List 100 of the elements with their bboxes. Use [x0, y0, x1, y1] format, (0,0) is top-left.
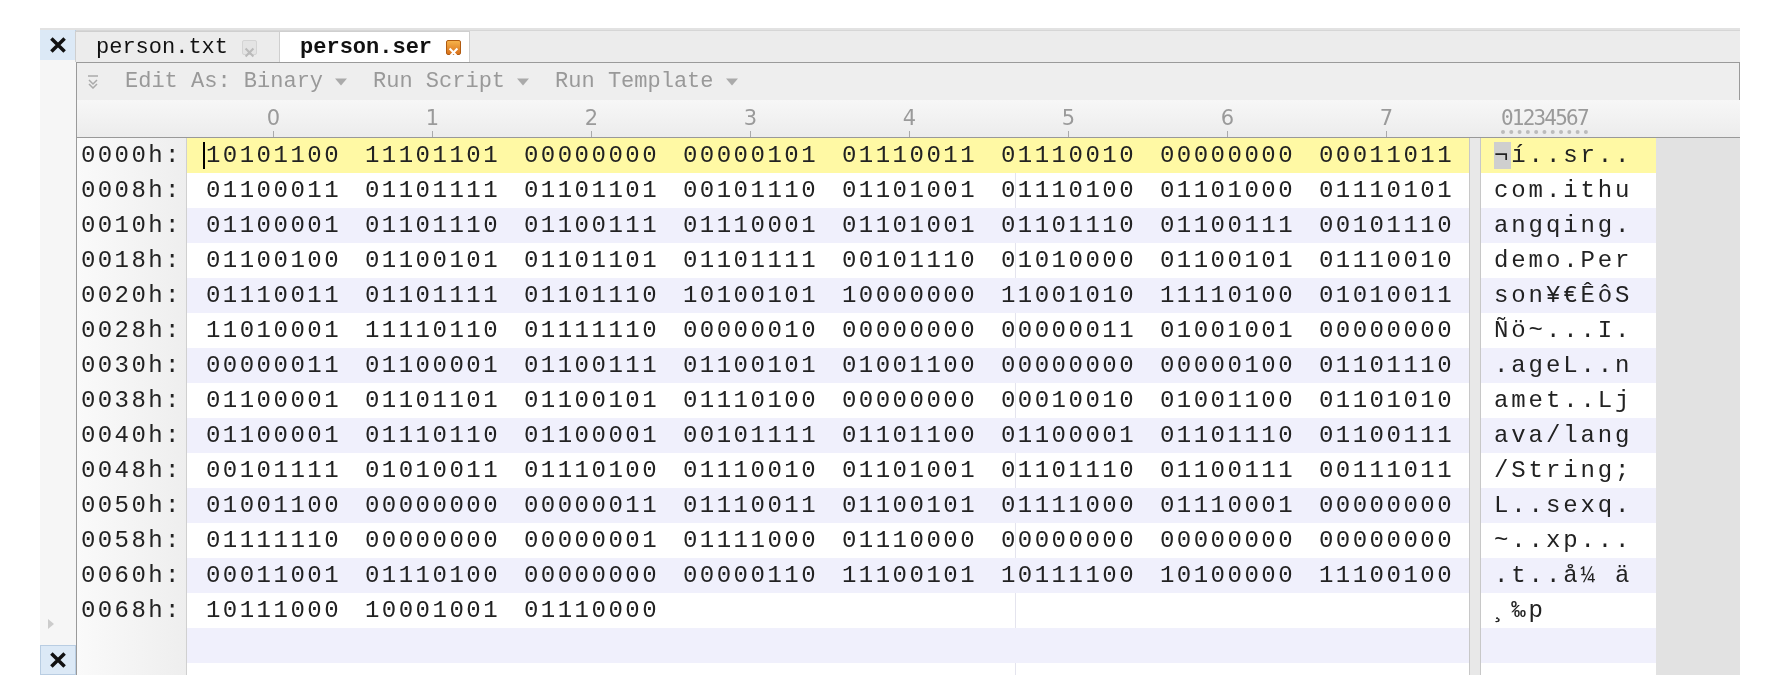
byte-value[interactable]: 10111100	[1000, 562, 1137, 589]
byte-value[interactable]: 01111110	[205, 527, 342, 554]
byte-value[interactable]: 00011001	[205, 562, 342, 589]
byte-value[interactable]: 11001010	[1000, 282, 1137, 309]
byte-value[interactable]: 00010010	[1000, 387, 1137, 414]
byte-value[interactable]: 01110011	[205, 282, 342, 309]
byte-value[interactable]: 01110100	[682, 387, 819, 414]
byte-value[interactable]: 01101001	[841, 177, 978, 204]
byte-value[interactable]: 01100001	[205, 212, 342, 239]
byte-value[interactable]: 01100111	[523, 352, 660, 379]
byte-value[interactable]: 00000100	[1159, 352, 1296, 379]
byte-value[interactable]: 01010011	[1318, 282, 1455, 309]
byte-value[interactable]: 00000000	[1000, 527, 1137, 554]
byte-value[interactable]: 00000000	[364, 527, 501, 554]
byte-value[interactable]: 10111000	[205, 597, 342, 624]
byte-value[interactable]: 01101101	[523, 247, 660, 274]
byte-value[interactable]: 00000011	[523, 492, 660, 519]
byte-value[interactable]: 01101110	[1000, 457, 1137, 484]
byte-value[interactable]: 00000000	[1159, 527, 1296, 554]
byte-value[interactable]: 01100101	[523, 387, 660, 414]
byte-value[interactable]: 01110100	[1000, 177, 1137, 204]
byte-value[interactable]: 00101111	[682, 422, 819, 449]
byte-value[interactable]: 00000000	[523, 142, 660, 169]
byte-value[interactable]: 11110100	[1159, 282, 1296, 309]
splitter-bar[interactable]	[1469, 138, 1481, 675]
byte-value[interactable]: 01110100	[364, 562, 501, 589]
byte-value[interactable]: 01101001	[841, 212, 978, 239]
byte-value[interactable]: 10101100	[205, 142, 342, 169]
byte-value[interactable]: 01100111	[1318, 422, 1455, 449]
byte-value[interactable]: 01110011	[841, 142, 978, 169]
byte-value[interactable]: 01101001	[841, 457, 978, 484]
byte-value[interactable]: 00101110	[1318, 212, 1455, 239]
byte-value[interactable]: 00011011	[1318, 142, 1455, 169]
byte-value[interactable]: 01101110	[364, 212, 501, 239]
byte-value[interactable]: 00101110	[682, 177, 819, 204]
byte-value[interactable]: 01100001	[523, 422, 660, 449]
byte-value[interactable]: 01100001	[1000, 422, 1137, 449]
byte-value[interactable]: 01111110	[523, 317, 660, 344]
byte-value[interactable]: 00000000	[364, 492, 501, 519]
byte-value[interactable]: 11100100	[1318, 562, 1455, 589]
byte-value[interactable]: 01100111	[1159, 212, 1296, 239]
byte-value[interactable]: 01100101	[1159, 247, 1296, 274]
expand-arrow-icon[interactable]	[46, 617, 56, 631]
byte-value[interactable]: 01110010	[1000, 142, 1137, 169]
byte-value[interactable]: 01101010	[1318, 387, 1455, 414]
byte-value[interactable]: 01001100	[205, 492, 342, 519]
byte-value[interactable]: 01110010	[682, 457, 819, 484]
byte-value[interactable]: 11110110	[364, 317, 501, 344]
byte-value[interactable]: 01100100	[205, 247, 342, 274]
byte-value[interactable]: 01001001	[1159, 317, 1296, 344]
byte-value[interactable]: 10100101	[682, 282, 819, 309]
byte-value[interactable]: 00000110	[682, 562, 819, 589]
byte-value[interactable]: 01110100	[523, 457, 660, 484]
byte-value[interactable]: 01111000	[682, 527, 819, 554]
byte-value[interactable]: 01110001	[682, 212, 819, 239]
byte-value[interactable]: 01101111	[364, 177, 501, 204]
byte-value[interactable]: 00000000	[1159, 142, 1296, 169]
byte-value[interactable]: 01110000	[523, 597, 660, 624]
byte-value[interactable]: 01101110	[1318, 352, 1455, 379]
byte-value[interactable]: 01100101	[841, 492, 978, 519]
byte-value[interactable]: 01101000	[1159, 177, 1296, 204]
byte-value[interactable]: 00000000	[523, 562, 660, 589]
file-tab[interactable]: person.ser	[279, 31, 471, 62]
byte-value[interactable]: 10100000	[1159, 562, 1296, 589]
byte-value[interactable]: 01101110	[1000, 212, 1137, 239]
byte-value[interactable]: 01110001	[1159, 492, 1296, 519]
byte-value[interactable]: 11010001	[205, 317, 342, 344]
byte-value[interactable]: 00000000	[1318, 527, 1455, 554]
byte-value[interactable]: 00000000	[1000, 352, 1137, 379]
byte-value[interactable]: 01100001	[205, 387, 342, 414]
byte-value[interactable]: 01101100	[841, 422, 978, 449]
byte-value[interactable]: 01001100	[841, 352, 978, 379]
byte-value[interactable]: 01101101	[364, 387, 501, 414]
byte-value[interactable]: 01100101	[682, 352, 819, 379]
byte-value[interactable]: 00101111	[205, 457, 342, 484]
byte-value[interactable]: 00000011	[1000, 317, 1137, 344]
byte-value[interactable]: 01110110	[364, 422, 501, 449]
byte-value[interactable]: 00000000	[1318, 317, 1455, 344]
byte-value[interactable]: 10001001	[364, 597, 501, 624]
byte-value[interactable]: 11101101	[364, 142, 501, 169]
byte-value[interactable]: 11100101	[841, 562, 978, 589]
byte-value[interactable]: 00000001	[523, 527, 660, 554]
byte-value[interactable]: 00000000	[841, 387, 978, 414]
collapse-icon[interactable]	[87, 74, 99, 89]
byte-value[interactable]: 01010000	[1000, 247, 1137, 274]
byte-value[interactable]: 01001100	[1159, 387, 1296, 414]
byte-value[interactable]: 00000101	[682, 142, 819, 169]
byte-value[interactable]: 01111000	[1000, 492, 1137, 519]
byte-value[interactable]: 01101111	[364, 282, 501, 309]
byte-value[interactable]: 01100011	[205, 177, 342, 204]
byte-value[interactable]: 01100101	[364, 247, 501, 274]
close-icon[interactable]	[47, 649, 69, 671]
byte-value[interactable]: 01110011	[682, 492, 819, 519]
byte-value[interactable]: 01100111	[523, 212, 660, 239]
byte-value[interactable]: 01100001	[205, 422, 342, 449]
byte-value[interactable]: 01101101	[523, 177, 660, 204]
byte-value[interactable]: 00000010	[682, 317, 819, 344]
byte-value[interactable]: 01110101	[1318, 177, 1455, 204]
byte-value[interactable]: 00000000	[841, 317, 978, 344]
byte-value[interactable]: 01101110	[523, 282, 660, 309]
